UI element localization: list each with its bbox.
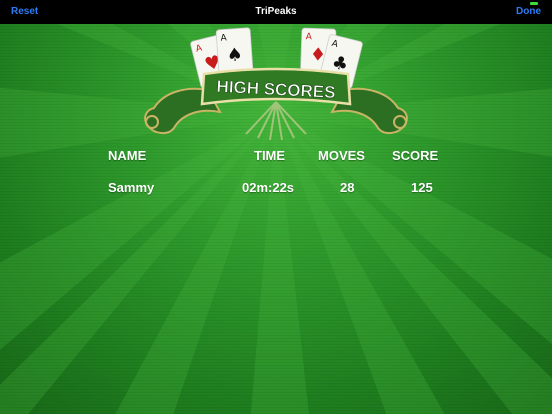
player-moves: 28: [340, 180, 355, 195]
player-time: 02m:22s: [242, 180, 295, 195]
svg-text:♠: ♠: [226, 44, 244, 66]
page-title: TriPeaks: [255, 6, 297, 17]
player-name: Sammy: [108, 180, 155, 195]
column-header-time: TIME: [254, 148, 286, 163]
top-nav-bar: Reset TriPeaks Done: [0, 0, 552, 24]
scores-table-header: NAME TIME MOVES SCORE: [0, 148, 552, 168]
column-header-score: SCORE: [392, 148, 439, 163]
table-row: Sammy 02m:22s 28 125: [0, 180, 552, 200]
player-score: 125: [411, 180, 433, 195]
column-header-name: NAME: [108, 148, 147, 163]
done-button[interactable]: Done: [516, 6, 541, 17]
column-header-moves: MOVES: [318, 148, 365, 163]
battery-indicator-icon: [530, 2, 538, 5]
high-scores-banner: A ♥ A ♠ A ♦ A ♣ HIGH SCORES: [144, 27, 408, 141]
